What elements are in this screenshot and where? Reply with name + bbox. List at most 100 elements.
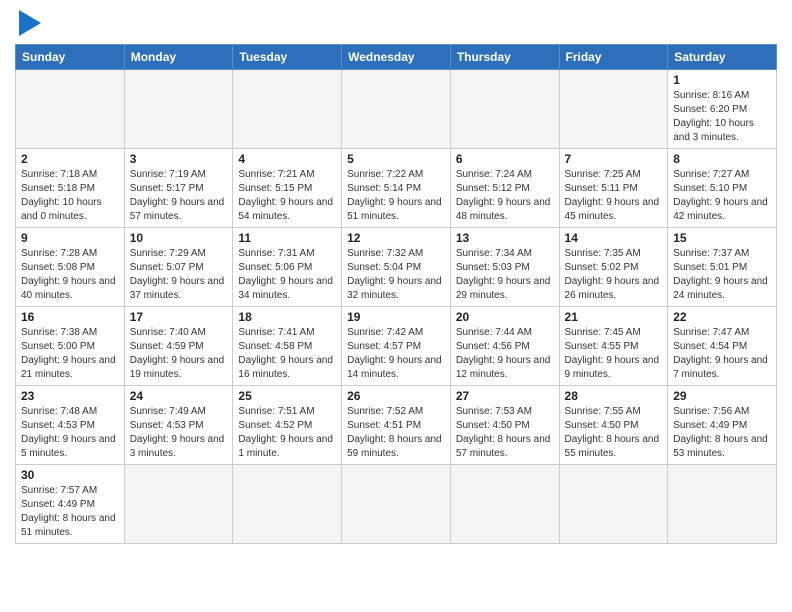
calendar-day-cell: 15 Sunrise: 7:37 AMSunset: 5:01 PMDayligh… (668, 228, 777, 307)
day-info: Sunrise: 7:29 AMSunset: 5:07 PMDaylight:… (130, 247, 228, 303)
calendar-day-cell: 8 Sunrise: 7:27 AMSunset: 5:10 PMDaylight… (668, 149, 777, 228)
day-number: 9 (21, 231, 119, 245)
day-info: Sunrise: 7:56 AMSunset: 4:49 PMDaylight:… (673, 405, 771, 461)
day-number: 29 (673, 389, 771, 403)
day-info: Sunrise: 7:47 AMSunset: 4:54 PMDaylight:… (673, 326, 771, 382)
calendar-week-row: 2 Sunrise: 7:18 AMSunset: 5:18 PMDaylight… (16, 149, 777, 228)
calendar-day-cell: 29 Sunrise: 7:56 AMSunset: 4:49 PMDayligh… (668, 386, 777, 465)
day-info: Sunrise: 7:28 AMSunset: 5:08 PMDaylight:… (21, 247, 119, 303)
calendar-day-cell (342, 465, 451, 544)
calendar-day-cell (124, 70, 233, 149)
day-number: 5 (347, 152, 445, 166)
day-info: Sunrise: 7:45 AMSunset: 4:55 PMDaylight:… (565, 326, 663, 382)
day-info: Sunrise: 7:22 AMSunset: 5:14 PMDaylight:… (347, 168, 445, 224)
day-info: Sunrise: 7:40 AMSunset: 4:59 PMDaylight:… (130, 326, 228, 382)
calendar-day-cell: 17Sunrise: 7:40 AMSunset: 4:59 PMDayligh… (124, 307, 233, 386)
day-number: 20 (456, 310, 554, 324)
header-friday: Friday (559, 45, 668, 70)
day-number: 11 (238, 231, 336, 245)
day-info: Sunrise: 7:18 AMSunset: 5:18 PMDaylight:… (21, 168, 119, 224)
logo-triangle-icon (19, 10, 41, 36)
calendar-week-row: 9 Sunrise: 7:28 AMSunset: 5:08 PMDaylight… (16, 228, 777, 307)
calendar-day-cell: 22 Sunrise: 7:47 AMSunset: 4:54 PMDayligh… (668, 307, 777, 386)
day-info: Sunrise: 7:24 AMSunset: 5:12 PMDaylight:… (456, 168, 554, 224)
calendar-day-cell: 28 Sunrise: 7:55 AMSunset: 4:50 PMDayligh… (559, 386, 668, 465)
calendar-day-cell: 14Sunrise: 7:35 AMSunset: 5:02 PMDayligh… (559, 228, 668, 307)
day-number: 8 (673, 152, 771, 166)
header (15, 10, 777, 36)
logo-area (15, 10, 41, 36)
calendar-week-row: 30 Sunrise: 7:57 AMSunset: 4:49 PMDayligh… (16, 465, 777, 544)
header-thursday: Thursday (450, 45, 559, 70)
day-number: 4 (238, 152, 336, 166)
day-number: 16 (21, 310, 119, 324)
day-info: Sunrise: 7:55 AMSunset: 4:50 PMDaylight:… (565, 405, 663, 461)
header-tuesday: Tuesday (233, 45, 342, 70)
day-number: 30 (21, 468, 119, 482)
day-number: 25 (238, 389, 336, 403)
header-saturday: Saturday (668, 45, 777, 70)
day-info: Sunrise: 7:57 AMSunset: 4:49 PMDaylight:… (21, 484, 119, 540)
calendar-table: SundayMondayTuesdayWednesdayThursdayFrid… (15, 44, 777, 544)
day-number: 2 (21, 152, 119, 166)
calendar-day-cell: 20 Sunrise: 7:44 AMSunset: 4:56 PMDayligh… (450, 307, 559, 386)
calendar-day-cell: 10 Sunrise: 7:29 AMSunset: 5:07 PMDayligh… (124, 228, 233, 307)
calendar-day-cell: 16 Sunrise: 7:38 AMSunset: 5:00 PMDayligh… (16, 307, 125, 386)
calendar-day-cell (668, 465, 777, 544)
calendar-day-cell: 1 Sunrise: 8:16 AMSunset: 6:20 PMDaylight… (668, 70, 777, 149)
day-number: 12 (347, 231, 445, 245)
header-wednesday: Wednesday (342, 45, 451, 70)
calendar-day-cell: 7 Sunrise: 7:25 AMSunset: 5:11 PMDaylight… (559, 149, 668, 228)
day-info: Sunrise: 7:44 AMSunset: 4:56 PMDaylight:… (456, 326, 554, 382)
calendar-day-cell (233, 70, 342, 149)
calendar-day-cell: 2 Sunrise: 7:18 AMSunset: 5:18 PMDaylight… (16, 149, 125, 228)
day-info: Sunrise: 7:31 AMSunset: 5:06 PMDaylight:… (238, 247, 336, 303)
day-number: 28 (565, 389, 663, 403)
day-number: 3 (130, 152, 228, 166)
day-number: 21 (565, 310, 663, 324)
calendar-day-cell (450, 70, 559, 149)
calendar-day-cell (559, 465, 668, 544)
day-info: Sunrise: 7:27 AMSunset: 5:10 PMDaylight:… (673, 168, 771, 224)
calendar-day-cell (233, 465, 342, 544)
day-info: Sunrise: 7:53 AMSunset: 4:50 PMDaylight:… (456, 405, 554, 461)
calendar-day-cell: 26Sunrise: 7:52 AMSunset: 4:51 PMDayligh… (342, 386, 451, 465)
day-info: Sunrise: 8:16 AMSunset: 6:20 PMDaylight:… (673, 89, 771, 145)
calendar-day-cell: 18 Sunrise: 7:41 AMSunset: 4:58 PMDayligh… (233, 307, 342, 386)
calendar-day-cell: 13 Sunrise: 7:34 AMSunset: 5:03 PMDayligh… (450, 228, 559, 307)
calendar-day-cell: 23Sunrise: 7:48 AMSunset: 4:53 PMDayligh… (16, 386, 125, 465)
calendar-day-cell: 21 Sunrise: 7:45 AMSunset: 4:55 PMDayligh… (559, 307, 668, 386)
day-info: Sunrise: 7:21 AMSunset: 5:15 PMDaylight:… (238, 168, 336, 224)
day-number: 22 (673, 310, 771, 324)
day-info: Sunrise: 7:37 AMSunset: 5:01 PMDaylight:… (673, 247, 771, 303)
calendar-day-cell (450, 465, 559, 544)
calendar-day-cell (559, 70, 668, 149)
day-number: 1 (673, 73, 771, 87)
calendar-day-cell: 24Sunrise: 7:49 AMSunset: 4:53 PMDayligh… (124, 386, 233, 465)
calendar-day-cell: 3Sunrise: 7:19 AMSunset: 5:17 PMDaylight… (124, 149, 233, 228)
day-number: 18 (238, 310, 336, 324)
calendar-week-row: 23Sunrise: 7:48 AMSunset: 4:53 PMDayligh… (16, 386, 777, 465)
calendar-day-cell (16, 70, 125, 149)
calendar-day-cell: 11 Sunrise: 7:31 AMSunset: 5:06 PMDayligh… (233, 228, 342, 307)
day-info: Sunrise: 7:41 AMSunset: 4:58 PMDaylight:… (238, 326, 336, 382)
day-number: 13 (456, 231, 554, 245)
day-info: Sunrise: 7:38 AMSunset: 5:00 PMDaylight:… (21, 326, 119, 382)
calendar-header-row: SundayMondayTuesdayWednesdayThursdayFrid… (16, 45, 777, 70)
day-info: Sunrise: 7:25 AMSunset: 5:11 PMDaylight:… (565, 168, 663, 224)
day-info: Sunrise: 7:42 AMSunset: 4:57 PMDaylight:… (347, 326, 445, 382)
day-number: 26 (347, 389, 445, 403)
day-info: Sunrise: 7:32 AMSunset: 5:04 PMDaylight:… (347, 247, 445, 303)
day-number: 27 (456, 389, 554, 403)
day-number: 24 (130, 389, 228, 403)
calendar-day-cell (342, 70, 451, 149)
day-number: 14 (565, 231, 663, 245)
day-number: 10 (130, 231, 228, 245)
day-info: Sunrise: 7:34 AMSunset: 5:03 PMDaylight:… (456, 247, 554, 303)
calendar-day-cell: 19Sunrise: 7:42 AMSunset: 4:57 PMDayligh… (342, 307, 451, 386)
header-sunday: Sunday (16, 45, 125, 70)
day-number: 15 (673, 231, 771, 245)
calendar-week-row: 16 Sunrise: 7:38 AMSunset: 5:00 PMDayligh… (16, 307, 777, 386)
day-number: 7 (565, 152, 663, 166)
calendar-day-cell: 6Sunrise: 7:24 AMSunset: 5:12 PMDaylight… (450, 149, 559, 228)
